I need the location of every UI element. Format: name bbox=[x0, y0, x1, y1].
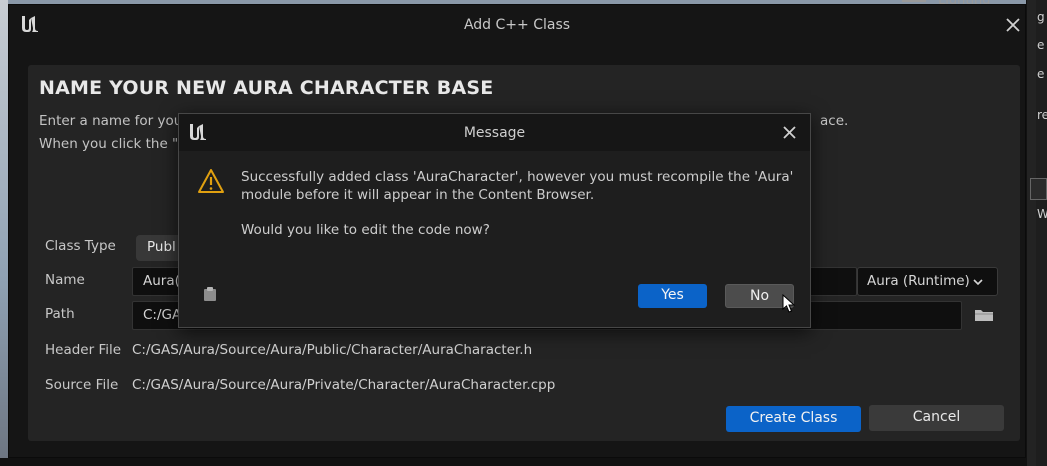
header-file-label: Header File bbox=[45, 342, 122, 358]
header-file-path: C:/GAS/Aura/Source/Aura/Public/Character… bbox=[132, 342, 533, 358]
page-title: NAME YOUR NEW AURA CHARACTER BASE bbox=[39, 77, 494, 99]
folder-icon[interactable] bbox=[973, 306, 995, 324]
question-text: Would you like to edit the code now? bbox=[241, 222, 490, 238]
editor-background-bottom bbox=[0, 458, 1026, 466]
editor-fragment-text: e bbox=[1037, 38, 1045, 52]
editor-fragment-text: re bbox=[1037, 108, 1047, 122]
create-class-button[interactable]: Create Class bbox=[726, 406, 861, 432]
dialog-titlebar[interactable]: Message bbox=[179, 114, 810, 151]
window-title: Add C++ Class bbox=[463, 17, 571, 33]
yes-button[interactable]: Yes bbox=[638, 284, 707, 308]
editor-fragment-text: g bbox=[1037, 10, 1045, 24]
clipboard-icon[interactable] bbox=[203, 286, 217, 302]
editor-fragment-text: W bbox=[1037, 207, 1047, 221]
class-type-label: Class Type bbox=[45, 238, 116, 254]
dialog-title: Message bbox=[463, 125, 526, 141]
warning-icon bbox=[198, 169, 224, 193]
path-label: Path bbox=[45, 306, 75, 322]
message-text: module before it will appear in the Cont… bbox=[241, 187, 595, 203]
instruction-text: Enter a name for you bbox=[39, 113, 183, 129]
chevron-down-icon bbox=[973, 279, 983, 286]
editor-fragment-box bbox=[1030, 178, 1047, 200]
editor-viewport-fragment bbox=[0, 0, 8, 466]
cancel-button[interactable]: Cancel bbox=[869, 405, 1004, 431]
module-select[interactable]: Aura (Runtime) bbox=[857, 267, 998, 296]
window-titlebar[interactable]: Add C++ Class bbox=[9, 5, 1025, 45]
instruction-text: When you click the "C bbox=[39, 136, 188, 152]
source-file-label: Source File bbox=[45, 377, 119, 393]
close-icon[interactable] bbox=[1005, 17, 1021, 33]
message-dialog: Message Successfully added class 'AuraCh… bbox=[178, 113, 811, 328]
module-select-value: Aura (Runtime) bbox=[867, 273, 970, 289]
name-label: Name bbox=[45, 272, 85, 288]
close-icon[interactable] bbox=[782, 125, 797, 140]
mouse-cursor-icon bbox=[782, 294, 796, 313]
editor-fragment-text: e bbox=[1037, 67, 1045, 81]
instruction-text-end: ace. bbox=[820, 113, 849, 129]
source-file-path: C:/GAS/Aura/Source/Aura/Private/Characte… bbox=[132, 377, 556, 393]
message-text: Successfully added class 'AuraCharacter'… bbox=[241, 169, 794, 185]
